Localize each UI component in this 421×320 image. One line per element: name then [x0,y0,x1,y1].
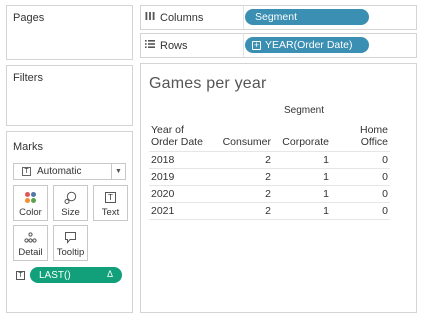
home-office-cell: 0 [331,202,390,220]
marks-field-row: T LAST() Δ [16,267,122,283]
text-label: Text [101,207,120,218]
corporate-cell: 1 [273,185,331,203]
filters-title: Filters [13,72,43,84]
detail-button[interactable]: Detail [13,225,48,261]
rows-label-text: Rows [160,39,188,52]
last-calc-label: LAST() [39,269,71,281]
table-header-row: Year of Order Date Consumer Corporate Ho… [149,124,390,152]
corporate-cell: 1 [273,168,331,186]
rows-icon [145,39,155,52]
columns-shelf[interactable]: Columns Segment [140,5,417,30]
rows-shelf-label: Rows [145,39,188,52]
color-dots-icon [24,191,37,204]
table-row: 2019 2 1 0 [149,168,390,186]
table-row: 2020 2 1 0 [149,185,390,203]
consumer-cell: 2 [215,151,273,169]
pages-card[interactable]: Pages [6,5,133,60]
expand-plus-icon[interactable]: + [252,40,261,50]
consumer-cell: 2 [215,202,273,220]
view-area: Games per year Segment Year of Order Dat… [140,63,417,313]
consumer-cell: 2 [215,185,273,203]
year-cell: 2021 [149,202,215,220]
crosstab-table: Year of Order Date Consumer Corporate Ho… [149,124,390,220]
home-office-cell: 0 [331,151,390,169]
mark-type-value: Automatic [37,166,82,177]
pages-title: Pages [13,12,45,24]
view-title: Games per year [149,75,267,92]
speech-bubble-icon [64,231,77,244]
table-row: 2018 2 1 0 [149,151,390,169]
last-calc-pill[interactable]: LAST() Δ [30,267,122,283]
columns-shelf-label: Columns [145,11,203,24]
shelf-divider [243,6,244,29]
filters-card[interactable]: Filters [6,65,133,126]
detail-dots-icon [24,231,37,244]
home-office-cell: 0 [331,168,390,186]
size-icon [64,191,77,204]
home-office-line-1: Home [359,124,388,136]
columns-icon [145,11,155,24]
row-header-line-2: Order Date [151,136,203,148]
consumer-header: Consumer [222,136,271,148]
shelf-divider [243,34,244,57]
year-cell: 2019 [149,168,215,186]
detail-label: Detail [18,247,43,258]
corporate-cell: 1 [273,202,331,220]
row-header-line-1: Year of [151,124,184,136]
size-label: Size [61,207,80,218]
home-office-cell: 0 [331,185,390,203]
year-cell: 2018 [149,151,215,169]
segment-pill[interactable]: Segment [245,9,369,25]
year-order-date-pill[interactable]: + YEAR(Order Date) [245,37,369,53]
segment-column-header: Segment [284,105,325,116]
consumer-cell: 2 [215,168,273,186]
color-button[interactable]: Color [13,185,48,221]
home-office-line-2: Office [360,136,388,148]
columns-label-text: Columns [160,11,204,24]
corporate-header: Corporate [282,136,329,148]
year-cell: 2020 [149,185,215,203]
text-encoding-icon: T [16,270,25,280]
mark-type-dropdown[interactable]: T Automatic ▼ [13,163,126,180]
marks-card: Marks T Automatic ▼ Color Size T Text De… [6,131,133,313]
tooltip-button[interactable]: Tooltip [53,225,88,261]
year-of-order-date-header: Year of Order Date [149,124,215,152]
home-office-header: Home Office [331,124,390,152]
tooltip-label: Tooltip [56,247,85,258]
marks-title: Marks [13,141,43,153]
table-row: 2021 2 1 0 [149,202,390,220]
chevron-down-icon[interactable]: ▼ [111,164,125,179]
rows-shelf[interactable]: Rows + YEAR(Order Date) [140,33,417,58]
corporate-cell: 1 [273,151,331,169]
size-button[interactable]: Size [53,185,88,221]
year-order-date-label: YEAR(Order Date) [265,39,353,51]
delta-icon: Δ [106,269,113,279]
text-icon: T [105,191,116,204]
color-label: Color [19,207,42,218]
text-button[interactable]: T Text [93,185,128,221]
text-mark-icon: T [22,167,31,176]
